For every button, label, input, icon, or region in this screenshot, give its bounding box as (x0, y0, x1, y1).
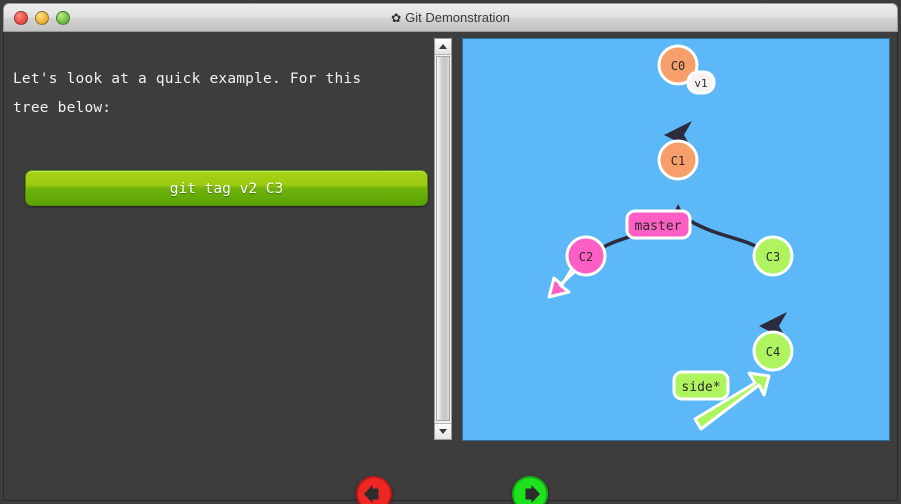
forward-button[interactable] (512, 476, 548, 504)
dialog-text-line-1: Let's look at a quick example. For this (13, 71, 362, 87)
commit-label-c0: C0 (671, 59, 685, 73)
triangle-up-icon (439, 44, 447, 49)
commit-label-c1: C1 (671, 154, 685, 168)
git-command-button[interactable]: git tag v2 C3 (25, 170, 428, 206)
commit-label-c4: C4 (766, 345, 780, 359)
scroll-up-button[interactable] (435, 39, 451, 55)
title-bar: ✿ Git Demonstration (3, 3, 898, 32)
branch-label-master: master (625, 209, 692, 240)
branch-label-side: side* (672, 370, 730, 401)
scrollbar-thumb[interactable] (436, 56, 450, 421)
triangle-down-icon (439, 429, 447, 434)
commit-node-c4: C4 (752, 330, 794, 372)
tag-v1: v1 (686, 70, 716, 95)
window-title: ✿ Git Demonstration (4, 10, 897, 25)
git-tree-canvas[interactable]: C0 v1 C1 C2 C3 C4 master side* (462, 38, 890, 441)
commit-node-c3: C3 (752, 235, 794, 277)
gear-icon: ✿ (391, 11, 402, 25)
tag-label-v1: v1 (694, 77, 707, 90)
dialog-text-line-2: tree below: (13, 100, 112, 116)
dialog-text: Let's look at a quick example. For this … (13, 65, 413, 123)
branch-label-master-text: master (635, 219, 682, 234)
commit-node-c1: C1 (657, 139, 699, 181)
window-title-text: Git Demonstration (405, 10, 510, 25)
branch-label-side-text: side* (681, 380, 720, 395)
instruction-pane: Let's look at a quick example. For this … (4, 32, 432, 440)
commit-node-c2: C2 (565, 235, 607, 277)
window-content: Let's look at a quick example. For this … (3, 32, 898, 504)
commit-label-c2: C2 (579, 250, 593, 264)
vertical-scrollbar[interactable] (434, 38, 452, 440)
scroll-down-button[interactable] (435, 423, 451, 439)
back-button[interactable] (356, 476, 392, 504)
commit-label-c3: C3 (766, 250, 780, 264)
app-window: ✿ Git Demonstration Let's look at a quick… (0, 0, 901, 504)
